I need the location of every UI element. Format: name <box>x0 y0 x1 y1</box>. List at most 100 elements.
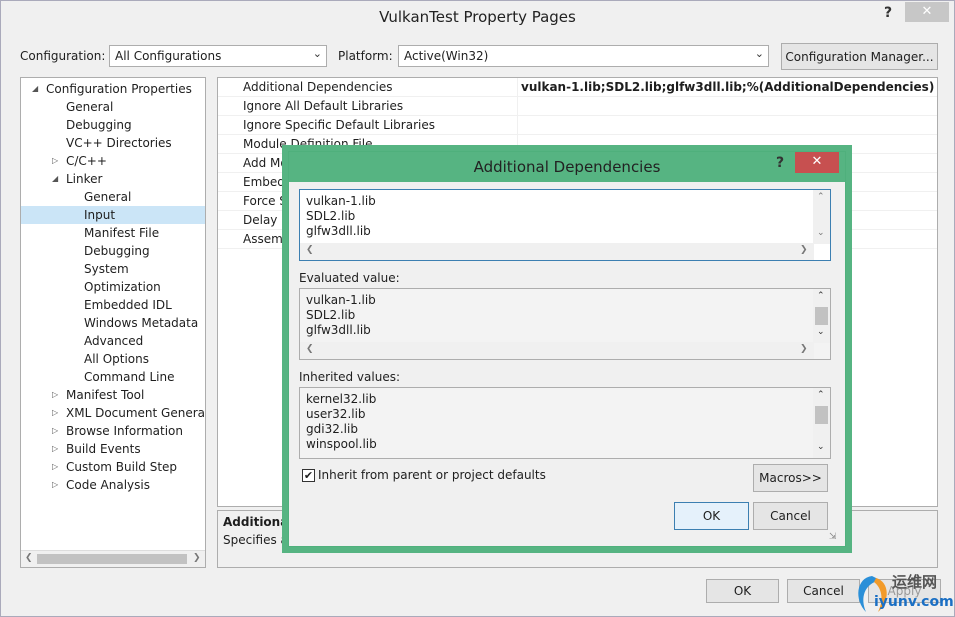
help-icon[interactable]: ? <box>884 5 892 21</box>
tree-item-vc-directories[interactable]: VC++ Directories <box>21 134 205 152</box>
tree-item-linker[interactable]: ◢ Linker <box>21 170 205 188</box>
tree-item-command-line[interactable]: Command Line <box>21 368 205 386</box>
scroll-left-icon[interactable]: ❮ <box>25 553 33 563</box>
tree-item-code-analysis[interactable]: ▷ Code Analysis <box>21 476 205 494</box>
tree-item-label: Browse Information <box>66 424 183 438</box>
property-row[interactable]: Ignore All Default Libraries <box>218 97 937 116</box>
tree-item-debugging[interactable]: Debugging <box>21 242 205 260</box>
scroll-left-icon[interactable]: ❮ <box>306 245 314 255</box>
tree-item-c-c-[interactable]: ▷ C/C++ <box>21 152 205 170</box>
tree-item-xml-document-generator[interactable]: ▷ XML Document Generator <box>21 404 205 422</box>
property-name: Module Definition File <box>243 137 373 151</box>
scroll-up-icon[interactable]: ⌃ <box>817 291 825 301</box>
scroll-up-icon[interactable]: ⌃ <box>817 192 825 202</box>
scroll-thumb[interactable] <box>815 406 828 424</box>
property-row[interactable]: Ignore Specific Default Libraries <box>218 116 937 135</box>
expanded-triangle-icon[interactable]: ◢ <box>32 80 38 98</box>
tree-horizontal-scrollbar[interactable]: ❮ ❯ <box>21 550 205 567</box>
window-close-button[interactable]: ✕ <box>905 2 949 22</box>
dialog-help-icon[interactable]: ? <box>776 155 784 171</box>
property-value[interactable]: vulkan-1.lib;SDL2.lib;glfw3dll.lib;%(Add… <box>521 80 934 94</box>
property-name: Additional Dependencies <box>243 80 393 94</box>
text-line: SDL2.lib <box>306 209 356 223</box>
tree-item-advanced[interactable]: Advanced <box>21 332 205 350</box>
evaluated-horizontal-scrollbar[interactable]: ❮ ❯ <box>300 342 814 359</box>
configuration-value: All Configurations <box>115 49 222 63</box>
tree-item-browse-information[interactable]: ▷ Browse Information <box>21 422 205 440</box>
evaluated-value-box[interactable]: vulkan-1.lib SDL2.lib glfw3dll.lib ⌃ ⌄ ❮ ❯ <box>299 288 831 360</box>
dialog-ok-button[interactable]: OK <box>674 502 749 530</box>
window-title: VulkanTest Property Pages <box>379 8 576 26</box>
dependencies-edit-box[interactable]: vulkan-1.lib SDL2.lib glfw3dll.lib ⌃ ⌄ ❮ ❯ <box>299 189 831 261</box>
edit-vertical-scrollbar[interactable]: ⌃ ⌄ <box>813 190 830 244</box>
tree-item-debugging[interactable]: Debugging <box>21 116 205 134</box>
tree-item-label: C/C++ <box>66 154 107 168</box>
title-bar: VulkanTest Property Pages ? ✕ <box>1 1 954 33</box>
macros-button[interactable]: Macros>> <box>753 464 828 492</box>
tree-item-embedded-idl[interactable]: Embedded IDL <box>21 296 205 314</box>
scroll-down-icon[interactable]: ⌄ <box>817 327 825 337</box>
scroll-thumb[interactable] <box>37 554 187 564</box>
tree-item-custom-build-step[interactable]: ▷ Custom Build Step <box>21 458 205 476</box>
scroll-right-icon[interactable]: ❯ <box>800 344 808 354</box>
dialog-close-button[interactable]: ✕ <box>795 152 839 173</box>
platform-combo[interactable]: Active(Win32) ⌄ <box>398 45 769 67</box>
scroll-down-icon[interactable]: ⌄ <box>817 228 825 238</box>
tree-item-build-events[interactable]: ▷ Build Events <box>21 440 205 458</box>
cancel-button[interactable]: Cancel <box>787 579 860 603</box>
scroll-thumb[interactable] <box>815 307 828 325</box>
inherit-checkbox-label[interactable]: Inherit from parent or project defaults <box>318 468 546 482</box>
collapsed-triangle-icon[interactable]: ▷ <box>52 458 58 476</box>
tree-item-label: Advanced <box>84 334 144 348</box>
tree-item-label: Windows Metadata <box>84 316 199 330</box>
collapsed-triangle-icon[interactable]: ▷ <box>52 152 58 170</box>
collapsed-triangle-icon[interactable]: ▷ <box>52 422 58 440</box>
inherit-checkbox[interactable]: ✔ <box>302 469 315 482</box>
tree-item-label: Embedded IDL <box>84 298 172 312</box>
property-tree[interactable]: ◢ Configuration Properties General Debuggin… <box>20 77 206 568</box>
tree-item-general[interactable]: General <box>21 188 205 206</box>
tree-item-manifest-file[interactable]: Manifest File <box>21 224 205 242</box>
tree-item-input[interactable]: Input <box>21 206 205 224</box>
inherited-values-box[interactable]: kernel32.lib user32.lib gdi32.lib winspool.… <box>299 387 831 459</box>
scroll-right-icon[interactable]: ❯ <box>800 245 808 255</box>
tree-item-windows-metadata[interactable]: Windows Metadata <box>21 314 205 332</box>
text-line: kernel32.lib <box>306 392 377 406</box>
tree-item-configuration-properties[interactable]: ◢ Configuration Properties <box>21 80 205 98</box>
scroll-up-icon[interactable]: ⌃ <box>817 390 825 400</box>
dialog-cancel-button[interactable]: Cancel <box>753 502 828 530</box>
scroll-down-icon[interactable]: ⌄ <box>817 442 825 452</box>
configuration-combo[interactable]: All Configurations ⌄ <box>109 45 327 67</box>
scroll-right-icon[interactable]: ❯ <box>193 553 201 563</box>
additional-dependencies-dialog: Additional Dependencies ? ✕ vulkan-1.lib… <box>288 151 846 547</box>
inherited-vertical-scrollbar[interactable]: ⌃ ⌄ <box>813 388 830 458</box>
collapsed-triangle-icon[interactable]: ▷ <box>52 386 58 404</box>
scroll-left-icon[interactable]: ❮ <box>306 344 314 354</box>
tree-item-label: Configuration Properties <box>46 82 192 96</box>
platform-label: Platform: <box>338 49 393 63</box>
tree-item-label: Input <box>84 208 116 222</box>
tree-item-label: Manifest File <box>84 226 160 240</box>
collapsed-triangle-icon[interactable]: ▷ <box>52 476 58 494</box>
tree-item-optimization[interactable]: Optimization <box>21 278 205 296</box>
tree-item-system[interactable]: System <box>21 260 205 278</box>
property-name: Add Moc <box>243 156 295 170</box>
tree-item-general[interactable]: General <box>21 98 205 116</box>
tree-item-all-options[interactable]: All Options <box>21 350 205 368</box>
column-divider <box>517 78 518 97</box>
tree-item-label: Linker <box>66 172 103 186</box>
collapsed-triangle-icon[interactable]: ▷ <box>52 440 58 458</box>
expanded-triangle-icon[interactable]: ◢ <box>52 170 58 188</box>
column-divider <box>517 116 518 135</box>
edit-horizontal-scrollbar[interactable]: ❮ ❯ <box>300 243 814 260</box>
collapsed-triangle-icon[interactable]: ▷ <box>52 404 58 422</box>
text-line: glfw3dll.lib <box>306 323 371 337</box>
resize-grip-icon[interactable]: ⇲ <box>829 532 837 542</box>
tree-item-manifest-tool[interactable]: ▷ Manifest Tool <box>21 386 205 404</box>
tree-item-label: Debugging <box>66 118 132 132</box>
property-row[interactable]: Additional Dependencies vulkan-1.lib;SDL2… <box>218 78 937 97</box>
ok-button[interactable]: OK <box>706 579 779 603</box>
tree-item-label: System <box>84 262 129 276</box>
configuration-manager-button[interactable]: Configuration Manager... <box>781 43 938 70</box>
evaluated-vertical-scrollbar[interactable]: ⌃ ⌄ <box>813 289 830 343</box>
